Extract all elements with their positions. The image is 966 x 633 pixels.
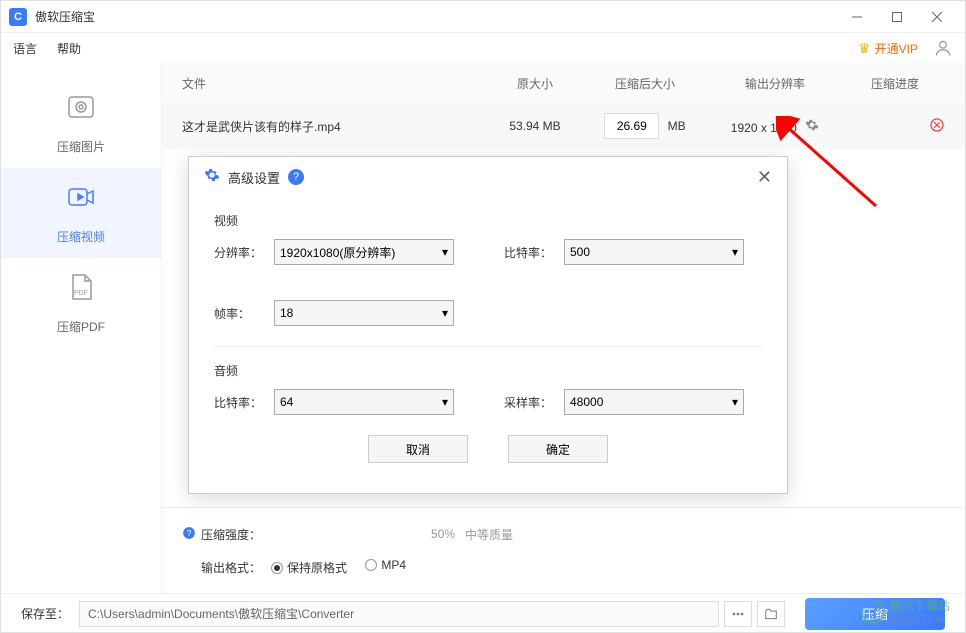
header-after: 压缩后大小 xyxy=(585,75,705,92)
table-header: 文件 原大小 压缩后大小 输出分辨率 压缩进度 xyxy=(162,63,965,103)
cell-original-size: 53.94 MB xyxy=(485,119,585,133)
menu-help[interactable]: 帮助 xyxy=(57,40,81,57)
image-compress-icon xyxy=(65,91,97,130)
audio-section-title: 音频 xyxy=(214,362,762,379)
format-label: 输出格式： xyxy=(201,559,261,576)
video-section-title: 视频 xyxy=(214,212,762,229)
dialog-header: 高级设置 ? ✕ xyxy=(189,157,787,197)
sidebar-item-video[interactable]: 压缩视频 xyxy=(1,168,161,258)
minimize-button[interactable] xyxy=(837,3,877,31)
video-compress-icon xyxy=(65,181,97,220)
bitrate-label: 比特率： xyxy=(504,244,564,261)
samplerate-select[interactable]: 48000▾ xyxy=(564,389,744,415)
save-label: 保存至： xyxy=(21,605,69,622)
chevron-down-icon: ▾ xyxy=(442,245,448,259)
help-icon[interactable]: ? xyxy=(288,169,304,185)
app-icon: C xyxy=(9,8,27,26)
watermark-name: 极光下载站 xyxy=(890,600,950,613)
strength-label: 压缩强度： xyxy=(201,526,261,543)
user-icon[interactable] xyxy=(933,38,953,58)
svg-text:?: ? xyxy=(187,528,192,537)
header-progress: 压缩进度 xyxy=(845,75,945,92)
app-title: 傲软压缩宝 xyxy=(35,8,95,25)
gear-icon[interactable] xyxy=(805,121,819,135)
sidebar-item-label: 压缩图片 xyxy=(57,138,105,155)
table-row: 这才是武侠片该有的样子.mp4 53.94 MB MB 1920 x 1080 xyxy=(162,103,965,149)
framerate-select[interactable]: 18▾ xyxy=(274,300,454,326)
cell-after-size: MB xyxy=(585,113,705,139)
delete-icon[interactable] xyxy=(929,122,945,136)
resolution-label: 分辨率： xyxy=(214,244,274,261)
vip-label: 开通VIP xyxy=(875,40,918,57)
vip-button[interactable]: ♛ 开通VIP xyxy=(858,40,918,57)
cell-filename: 这才是武侠片该有的样子.mp4 xyxy=(182,118,485,135)
audio-bitrate-label: 比特率： xyxy=(214,394,274,411)
audio-bitrate-select[interactable]: 64▾ xyxy=(274,389,454,415)
sidebar-item-image[interactable]: 压缩图片 xyxy=(1,78,161,168)
radio-keep-format[interactable]: 保持原格式 xyxy=(271,559,347,576)
advanced-settings-dialog: 高级设置 ? ✕ 视频 分辨率： 1920x1080(原分辨率)▾ 比特率： 5… xyxy=(188,156,788,494)
sidebar: 压缩图片 压缩视频 PDF 压缩PDF xyxy=(1,63,161,593)
titlebar: C 傲软压缩宝 xyxy=(1,1,965,33)
browse-folder-button[interactable] xyxy=(757,601,785,627)
menubar: 语言 帮助 ♛ 开通VIP xyxy=(1,33,965,63)
bottom-panel: ? 压缩强度： 50% 中等质量 输出格式： 保持原格式 MP4 xyxy=(162,507,965,593)
cell-resolution: 1920 x 1080 xyxy=(705,118,845,135)
menu-language[interactable]: 语言 xyxy=(13,40,37,57)
save-path-input[interactable] xyxy=(79,601,719,627)
cell-progress xyxy=(845,117,945,136)
close-button[interactable] xyxy=(917,3,957,31)
chevron-down-icon: ▾ xyxy=(732,395,738,409)
cancel-button[interactable]: 取消 xyxy=(368,435,468,463)
compressed-size-input[interactable] xyxy=(604,113,659,139)
header-size: 原大小 xyxy=(485,75,585,92)
radio-icon xyxy=(271,562,283,574)
maximize-button[interactable] xyxy=(877,3,917,31)
ok-button[interactable]: 确定 xyxy=(508,435,608,463)
radio-mp4[interactable]: MP4 xyxy=(365,558,406,572)
svg-text:PDF: PDF xyxy=(74,290,88,297)
pdf-compress-icon: PDF xyxy=(65,271,97,310)
chevron-down-icon: ▾ xyxy=(442,395,448,409)
close-icon[interactable]: ✕ xyxy=(757,167,772,188)
info-icon: ? xyxy=(182,526,196,543)
chevron-down-icon: ▾ xyxy=(732,245,738,259)
crown-icon: ♛ xyxy=(858,40,871,57)
samplerate-label: 采样率： xyxy=(504,394,564,411)
strength-value: 50% xyxy=(431,527,455,541)
video-bitrate-select[interactable]: 500▾ xyxy=(564,239,744,265)
sidebar-item-label: 压缩PDF xyxy=(57,318,105,335)
chevron-down-icon: ▾ xyxy=(442,306,448,320)
header-resolution: 输出分辨率 xyxy=(705,75,845,92)
sidebar-item-pdf[interactable]: PDF 压缩PDF xyxy=(1,258,161,348)
header-file: 文件 xyxy=(182,75,485,92)
watermark-url: www.xz7.com xyxy=(890,614,950,624)
dialog-title: 高级设置 xyxy=(228,168,280,187)
resolution-select[interactable]: 1920x1080(原分辨率)▾ xyxy=(274,239,454,265)
watermark-logo-icon xyxy=(857,596,890,629)
footer: 保存至： 压缩 xyxy=(1,593,965,633)
framerate-label: 帧率： xyxy=(214,305,274,322)
gear-icon xyxy=(204,167,220,188)
watermark: 极光下载站 www.xz7.com xyxy=(861,600,950,624)
radio-icon xyxy=(365,559,377,571)
sidebar-item-label: 压缩视频 xyxy=(57,228,105,245)
more-path-button[interactable] xyxy=(724,601,752,627)
quality-label: 中等质量 xyxy=(465,526,513,543)
size-unit: MB xyxy=(668,119,686,133)
